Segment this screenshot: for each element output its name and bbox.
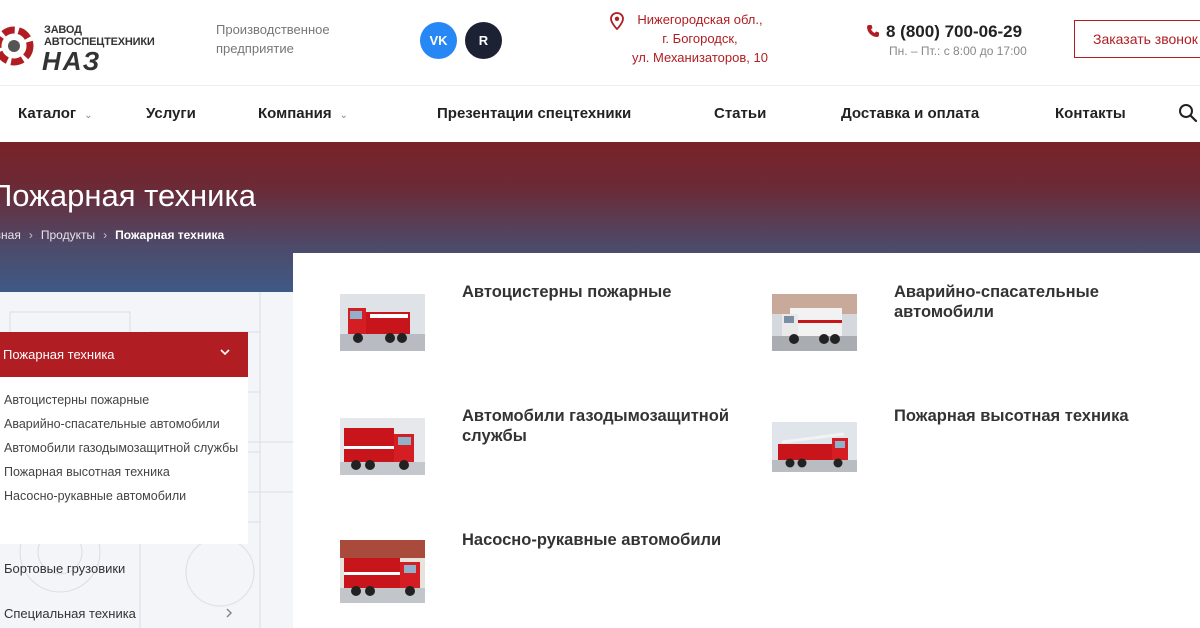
product-image-rescue-vehicle[interactable]	[772, 294, 857, 351]
main-navigation: Каталог ⌄ Услуги Компания ⌄ Презентации сп…	[0, 86, 1200, 142]
submenu-item[interactable]: Автоцистерны пожарные	[4, 391, 248, 410]
nav-item-contacts[interactable]: Контакты	[1055, 105, 1126, 122]
rutube-icon: R	[478, 33, 489, 48]
breadcrumb: авная › Продукты › Пожарная техника	[0, 228, 224, 242]
company-logo[interactable]: Завод автоспецтехники НАЗ	[0, 10, 170, 76]
nav-label: Каталог	[18, 105, 77, 122]
site-header: Завод автоспецтехники НАЗ Производственно…	[0, 0, 1200, 86]
phone-link[interactable]: 8 (800) 700-06-29	[866, 22, 1022, 42]
chevron-down-icon: ⌄	[339, 110, 349, 121]
company-tagline: Производственное предприятие	[216, 22, 330, 56]
logo-big-text: НАЗ	[42, 46, 102, 76]
product-title[interactable]: Автоцистерны пожарные	[462, 282, 752, 302]
phone-number: 8 (800) 700-06-29	[886, 22, 1023, 41]
submenu-item[interactable]: Насосно-рукавные автомобили	[4, 487, 248, 506]
nav-item-company[interactable]: Компания ⌄	[258, 105, 348, 122]
sidebar-item-label: Специальная техника	[4, 606, 136, 621]
nav-label: Услуги	[146, 105, 196, 122]
product-image-aerial-ladder[interactable]	[772, 422, 857, 479]
submenu-item[interactable]: Пожарная высотная техника	[4, 463, 248, 482]
breadcrumb-home[interactable]: авная	[0, 228, 21, 242]
rutube-social-link[interactable]: R	[465, 22, 502, 59]
sidebar-item-flatbed-trucks[interactable]: Бортовые грузовики	[4, 561, 125, 576]
page-title: Пожарная техника	[0, 178, 256, 213]
nav-label: Компания	[258, 105, 332, 122]
breadcrumb-separator: ›	[28, 228, 33, 242]
sidebar-item-label: Бортовые грузовики	[4, 561, 126, 576]
sidebar-item-label: Пожарная техника	[3, 347, 115, 362]
product-title[interactable]: Аварийно-спасательные автомобили	[894, 282, 1184, 322]
nav-item-services[interactable]: Услуги	[146, 105, 196, 122]
breadcrumb-separator: ›	[103, 228, 108, 242]
submenu-item[interactable]: Аварийно-спасательные автомобили	[4, 415, 248, 434]
request-call-button[interactable]: Заказать звонок	[1074, 20, 1200, 58]
sidebar-item-special-equipment[interactable]: Специальная техника	[4, 606, 233, 621]
search-icon[interactable]	[1178, 103, 1198, 123]
address-line-2: г. Богородск,	[662, 31, 738, 46]
nav-item-delivery[interactable]: Доставка и оплата	[841, 105, 979, 122]
chevron-right-icon	[226, 608, 233, 618]
product-title[interactable]: Насосно-рукавные автомобили	[462, 530, 752, 550]
nav-label: Презентации спецтехники	[437, 105, 632, 122]
breadcrumb-products[interactable]: Продукты	[41, 228, 95, 242]
vk-icon: VK	[429, 33, 448, 48]
company-address: Нижегородская обл., г. Богородск, ул. Ме…	[610, 10, 768, 67]
sidebar-item-fire-equipment[interactable]: Пожарная техника	[0, 332, 248, 377]
product-title[interactable]: Автомобили газодымозащитной службы	[462, 406, 752, 446]
sidebar-submenu: Автоцистерны пожарные Аварийно-спасатель…	[0, 377, 248, 544]
submenu-item[interactable]: Автомобили газодымозащитной службы	[4, 439, 248, 458]
product-image-fire-tanker[interactable]	[340, 294, 425, 351]
gear-logo-icon	[0, 26, 34, 66]
product-image-hose-vehicle[interactable]	[340, 540, 425, 603]
address-line-1: Нижегородская обл.,	[637, 12, 763, 27]
breadcrumb-current: Пожарная техника	[115, 228, 225, 242]
nav-item-catalog[interactable]: Каталог ⌄	[18, 105, 93, 122]
nav-item-presentations[interactable]: Презентации спецтехники	[437, 105, 631, 122]
nav-item-articles[interactable]: Статьи	[714, 105, 766, 122]
vk-social-link[interactable]: VK	[420, 22, 457, 59]
logo-small-text: Завод автоспецтехники	[44, 24, 155, 48]
product-image-smoke-protection[interactable]	[340, 418, 425, 475]
nav-label: Контакты	[1055, 105, 1126, 122]
phone-icon	[867, 25, 879, 37]
working-hours: Пн. – Пт.: с 8:00 до 17:00	[889, 44, 1027, 58]
nav-label: Доставка и оплата	[841, 105, 980, 122]
chevron-down-icon	[220, 349, 230, 356]
address-line-3: ул. Механизаторов, 10	[632, 50, 768, 65]
chevron-down-icon: ⌄	[84, 110, 93, 121]
location-pin-icon	[610, 12, 624, 30]
nav-label: Статьи	[714, 105, 767, 122]
product-title[interactable]: Пожарная высотная техника	[894, 406, 1184, 426]
